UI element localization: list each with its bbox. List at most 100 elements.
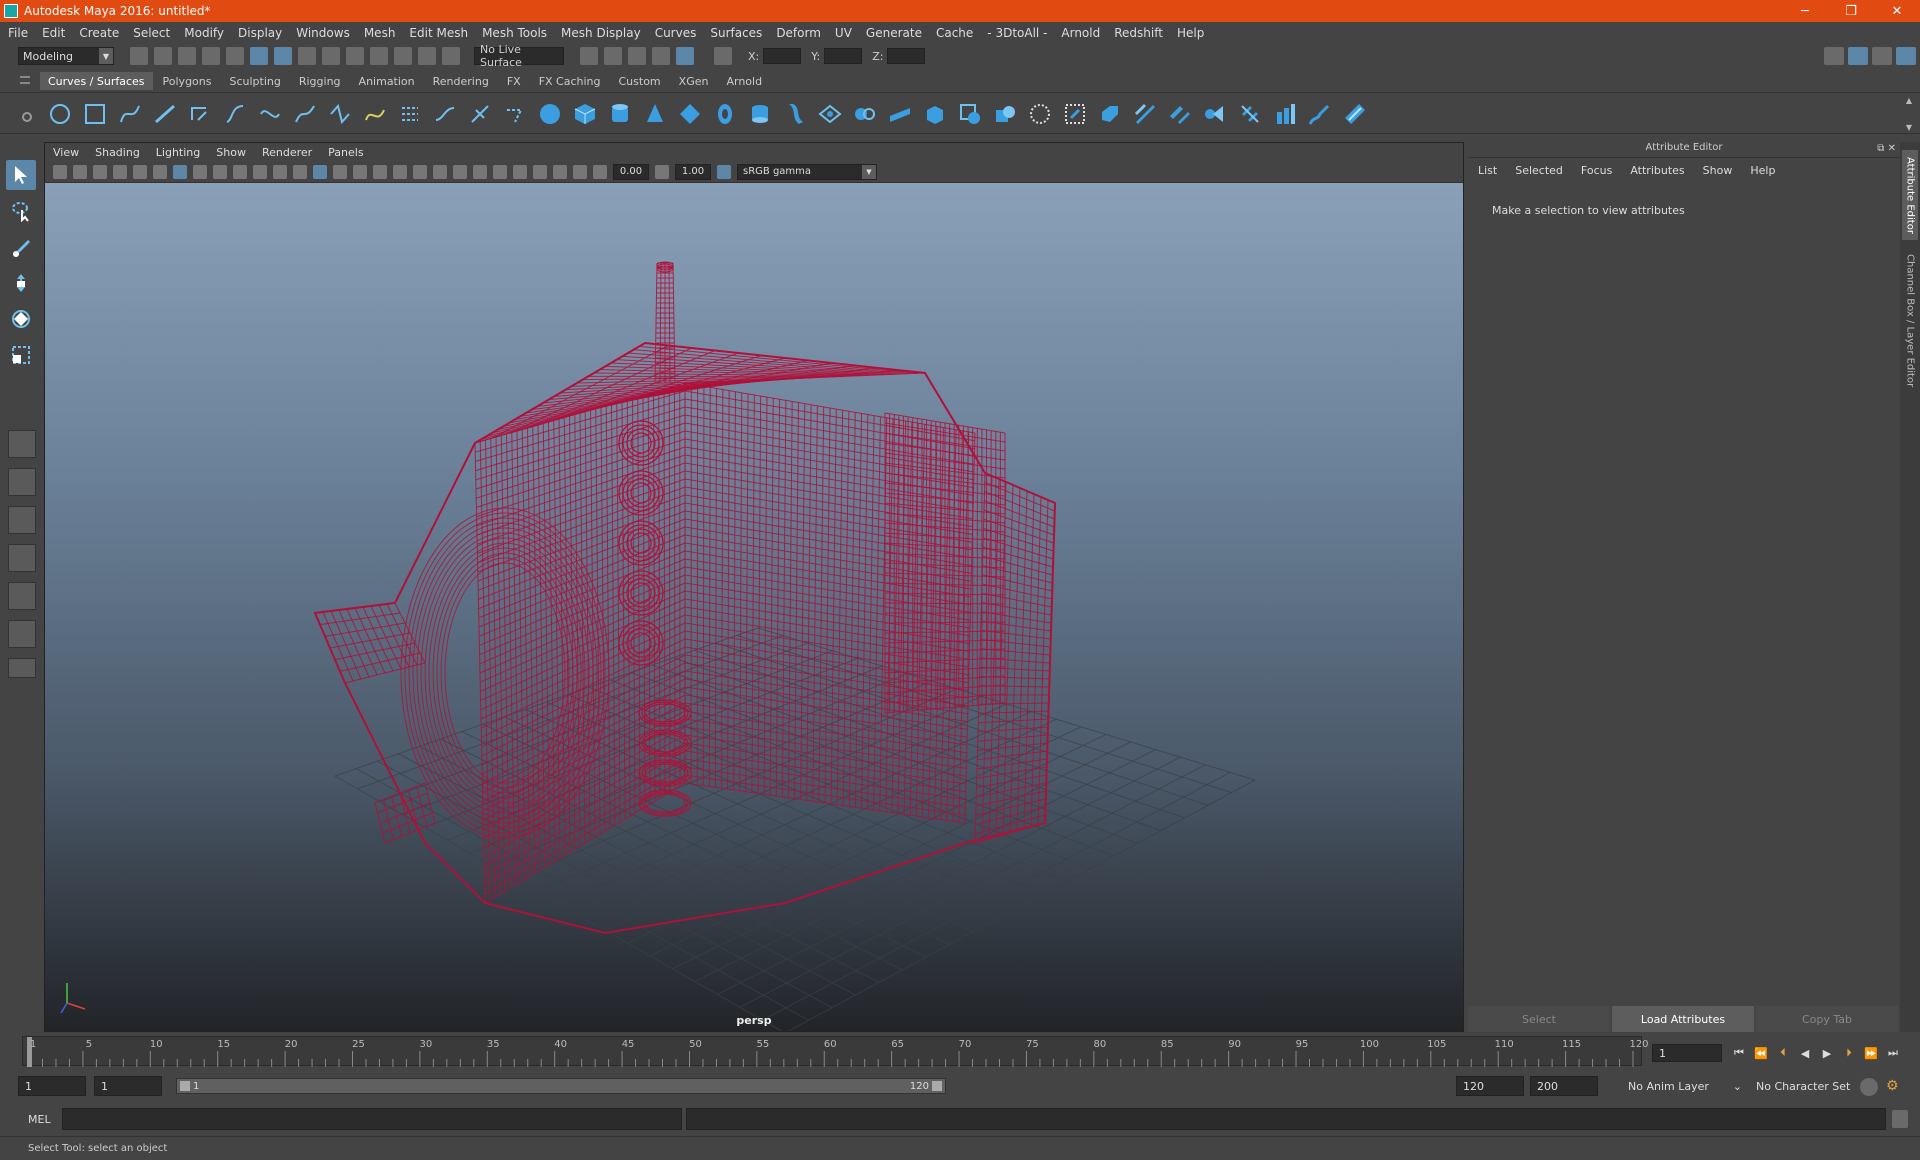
isolate-select-icon[interactable] [513,164,527,179]
menu-edit-mesh[interactable]: Edit Mesh [409,26,468,40]
attr-menu-selected[interactable]: Selected [1515,164,1563,177]
menu-windows[interactable]: Windows [296,26,350,40]
menu-modify[interactable]: Modify [184,26,224,40]
field-chart-icon[interactable] [253,164,267,179]
modeling-toolkit-icon[interactable] [1824,47,1844,65]
default-material-icon[interactable] [353,164,367,179]
close-button[interactable]: ✕ [1874,0,1920,22]
range-end-handle[interactable] [932,1081,942,1091]
ep-curve-icon[interactable] [151,101,179,127]
lights-icon[interactable] [393,164,407,179]
play-backwards-icon[interactable]: ◀ [1794,1043,1816,1063]
smooth-shade-icon[interactable] [333,164,347,179]
nurbs-cube-icon[interactable] [571,101,599,127]
load-attributes-button[interactable]: Load Attributes [1612,1006,1754,1032]
tab-channel-box[interactable]: Channel Box / Layer Editor [1902,246,1918,396]
sculpt-geometry-icon[interactable] [1306,101,1334,127]
snap-curve-icon[interactable] [346,47,364,65]
render-view-icon[interactable] [604,47,622,65]
xray-components-icon[interactable] [573,164,587,179]
textured-icon[interactable] [373,164,387,179]
film-gate-icon[interactable] [193,164,207,179]
attr-menu-focus[interactable]: Focus [1581,164,1612,177]
graph-persp-layout-icon[interactable] [8,620,36,648]
xray-joints-icon[interactable] [553,164,567,179]
pencil-curve-icon[interactable] [221,101,249,127]
animation-start-field[interactable]: 1 [18,1076,86,1096]
menu-generate[interactable]: Generate [866,26,922,40]
y-field[interactable] [824,48,863,64]
tab-arnold[interactable]: Arnold [718,72,770,90]
magnet-icon[interactable] [442,47,460,65]
time-slider[interactable]: 1 5 10 15 20 25 30 35 40 45 50 55 60 65 70 75 80 85 90 95 10… [22,1036,1649,1067]
step-back-frame-icon[interactable]: ⏪ [1750,1043,1772,1063]
planar-icon[interactable] [816,101,844,127]
shadows-icon[interactable] [413,164,427,179]
bevel-plus-icon[interactable] [921,101,949,127]
animation-end-field[interactable]: 200 [1530,1076,1598,1096]
snap-view-icon[interactable] [394,47,412,65]
untrim-icon[interactable] [1096,101,1124,127]
attr-menu-show[interactable]: Show [1703,164,1733,177]
two-pane-side-layout-icon[interactable] [8,506,36,534]
x-field[interactable] [763,48,802,64]
chevron-down-icon[interactable]: ▼ [1906,123,1912,132]
outliner-persp-layout-icon[interactable] [8,582,36,610]
tab-sculpting[interactable]: Sculpting [221,72,288,90]
select-component-icon[interactable] [298,47,316,65]
extend-curve-icon[interactable] [431,101,459,127]
ipr-render-icon[interactable] [628,47,646,65]
z-field[interactable] [887,48,926,64]
square-surface-icon[interactable] [991,101,1019,127]
image-plane-icon[interactable] [113,164,127,179]
menu-set-dropdown[interactable]: Modeling ▼ [18,47,114,65]
trim-tool-icon[interactable] [1061,101,1089,127]
nurbs-cylinder-icon[interactable] [606,101,634,127]
panel-menu-view[interactable]: View [53,146,79,159]
step-back-key-icon[interactable]: ⏴ [1772,1043,1794,1063]
snap-point-icon[interactable] [370,47,388,65]
tab-polygons[interactable]: Polygons [155,72,220,90]
redo-icon[interactable] [226,47,244,65]
open-scene-icon[interactable] [154,47,172,65]
motion-blur-icon[interactable] [453,164,467,179]
safe-action-icon[interactable] [273,164,287,179]
lasso-tool-icon[interactable] [6,196,36,226]
menu-display[interactable]: Display [238,26,282,40]
anim-layer-dropdown[interactable]: No Anim Layer ⌄ [1622,1076,1746,1096]
nurbs-square-icon[interactable] [81,101,109,127]
copy-tab-button[interactable]: Copy Tab [1756,1006,1898,1032]
shelf-scroll[interactable]: ▲ ▼ [1902,96,1916,132]
cv-curve-icon[interactable] [116,101,144,127]
shelf-settings-gear-icon[interactable] [22,112,32,122]
color-management-icon[interactable] [717,164,731,179]
view-transform-dropdown[interactable]: sRGB gamma ▼ [737,163,877,180]
loft-icon[interactable] [781,101,809,127]
panel-menu-lighting[interactable]: Lighting [156,146,200,159]
save-scene-icon[interactable] [178,47,196,65]
tab-custom[interactable]: Custom [611,72,669,90]
attr-menu-attributes[interactable]: Attributes [1630,164,1684,177]
float-panel-icon[interactable]: ⧉ [1877,143,1884,154]
tab-rigging[interactable]: Rigging [291,72,349,90]
attach-surfaces-icon[interactable] [1166,101,1194,127]
bookmark-icon[interactable] [93,164,107,179]
step-forward-key-icon[interactable]: ⏵ [1838,1043,1860,1063]
go-to-start-icon[interactable]: ⏮ [1728,1043,1750,1063]
restore-button[interactable]: ❐ [1828,0,1874,22]
grease-pencil-icon[interactable] [133,164,147,179]
resolution-gate-icon[interactable] [213,164,227,179]
menu-cache[interactable]: Cache [936,26,973,40]
four-pane-layout-icon[interactable] [8,468,36,496]
tab-fx[interactable]: FX [499,72,529,90]
depth-of-field-icon[interactable] [493,164,507,179]
shelf-menu-icon[interactable] [20,76,30,84]
two-pane-stacked-layout-icon[interactable] [8,544,36,572]
tab-xgen[interactable]: XGen [671,72,717,90]
menu-create[interactable]: Create [79,26,119,40]
attach-curves-icon[interactable] [291,101,319,127]
play-forwards-icon[interactable]: ▶ [1816,1043,1838,1063]
surface-editing-icon[interactable] [1341,101,1369,127]
boundary-icon[interactable] [956,101,984,127]
command-input[interactable] [62,1108,682,1130]
